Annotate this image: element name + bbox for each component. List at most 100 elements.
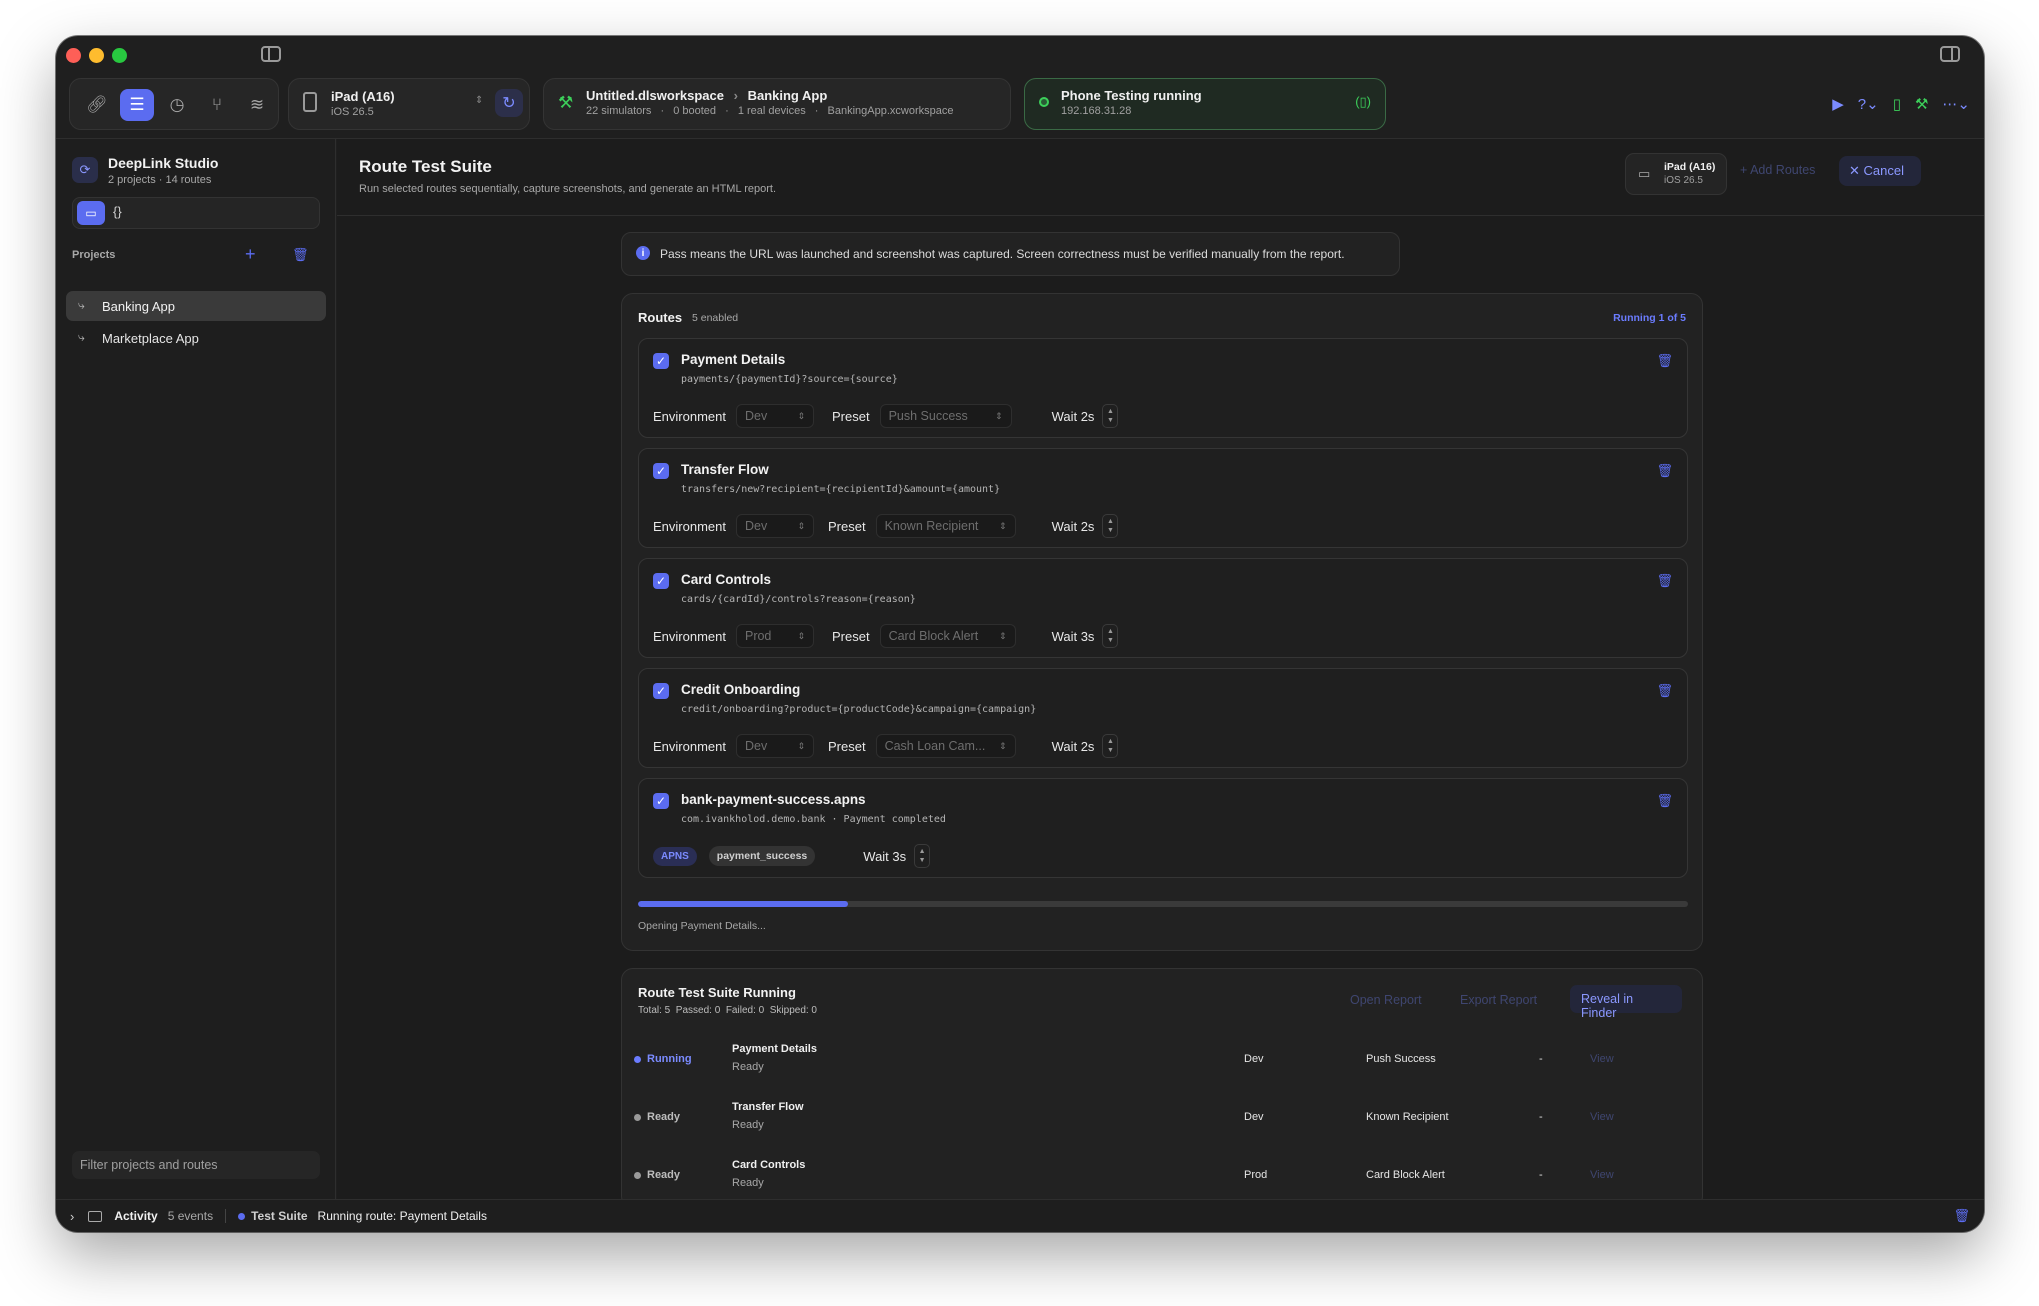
inspector-toggle-icon[interactable]	[1940, 46, 1960, 62]
filter-input[interactable]: Filter projects and routes	[72, 1151, 320, 1179]
filter-placeholder: Filter projects and routes	[80, 1158, 218, 1172]
wait-stepper[interactable]: ▲ ▼	[1102, 514, 1119, 538]
route-title: Payment Details	[681, 352, 786, 367]
wait-stepper[interactable]: ▲ ▼	[1102, 734, 1119, 758]
layers-icon[interactable]: ≋	[240, 89, 274, 121]
folder-icon[interactable]: ▭	[77, 201, 105, 225]
app-summary: 2 projects · 14 routes	[108, 174, 212, 186]
zoom-window-button[interactable]	[112, 48, 127, 63]
wait-stepper[interactable]: ▲ ▼	[914, 844, 931, 868]
route-path: payments/{paymentId}?source={source}	[681, 374, 898, 385]
status-dot-icon	[1039, 97, 1049, 107]
checkbox-checked-icon[interactable]: ✓	[653, 353, 669, 369]
routes-list-icon[interactable]: ☰	[120, 89, 154, 121]
refresh-icon[interactable]: ↻	[495, 89, 523, 117]
result-env: Dev	[1244, 1111, 1264, 1123]
status-dot-icon	[634, 1171, 641, 1179]
preset-select[interactable]: Known Recipient ⇕	[875, 514, 1016, 538]
mode-toolbar: 🔗︎ ☰ ◷ ⑂ ≋	[69, 78, 279, 130]
cancel-label: Cancel	[1863, 163, 1904, 178]
trash-icon[interactable]: 🗑︎	[1656, 683, 1673, 699]
result-preset: Known Recipient	[1366, 1111, 1449, 1123]
wait-label: Wait 2s	[1051, 408, 1095, 424]
preset-select[interactable]: Cash Loan Cam... ⇕	[875, 734, 1016, 758]
checkbox-checked-icon[interactable]: ✓	[653, 463, 669, 479]
checkbox-checked-icon[interactable]: ✓	[653, 683, 669, 699]
preset-select[interactable]: Push Success ⇕	[879, 404, 1012, 428]
workspace-selector[interactable]: ⚒ Untitled.dlsworkspace › Banking App 22…	[543, 78, 1011, 130]
trash-icon[interactable]: 🗑︎	[1656, 573, 1673, 589]
status-bar: › Activity 5 events Test Suite Running r…	[56, 1199, 1984, 1232]
trash-icon[interactable]: 🗑︎	[1656, 793, 1673, 809]
result-preset: Card Block Alert	[1366, 1169, 1445, 1181]
route-title: Credit Onboarding	[681, 682, 801, 697]
gauge-icon[interactable]: ◷	[160, 89, 194, 121]
project-item-banking-app[interactable]: ⤷ Banking App	[66, 291, 326, 321]
minimize-window-button[interactable]	[89, 48, 104, 63]
project-item-marketplace-app[interactable]: ⤷ Marketplace App	[66, 323, 326, 353]
phone-testing-ip: 192.168.31.28	[1061, 105, 1132, 117]
build-icon[interactable]: ⚒	[1915, 95, 1928, 113]
progress-status-text: Opening Payment Details...	[638, 920, 766, 932]
trash-icon[interactable]: 🗑︎	[1656, 353, 1673, 369]
phone-testing-status[interactable]: Phone Testing running 192.168.31.28 (▯)	[1024, 78, 1386, 130]
preset-value: Known Recipient	[884, 519, 979, 533]
payload-tag: payment_success	[708, 846, 816, 866]
help-menu-icon[interactable]: ?⌄	[1858, 95, 1879, 113]
clear-activity-icon[interactable]: 🗑︎	[1953, 1208, 1970, 1224]
more-menu-icon[interactable]: ⋯⌄	[1942, 95, 1970, 113]
close-icon: ✕	[1849, 163, 1864, 178]
reveal-in-finder-button[interactable]: Reveal in Finder	[1570, 985, 1682, 1020]
open-report-button[interactable]: Open Report	[1350, 993, 1422, 1007]
branch-icon[interactable]: ⑂	[200, 89, 234, 121]
result-row[interactable]: Ready Card Controls Ready Prod Card Bloc…	[634, 1151, 1690, 1205]
close-window-button[interactable]	[66, 48, 81, 63]
play-icon[interactable]: ▶	[1832, 95, 1844, 113]
wait-control: Wait 2s ▲ ▼	[1052, 514, 1119, 538]
checkbox-checked-icon[interactable]: ✓	[653, 793, 669, 809]
phone-icon[interactable]: ▯	[1893, 95, 1901, 113]
status-divider	[225, 1209, 227, 1223]
result-row[interactable]: Running Payment Details Ready Dev Push S…	[634, 1035, 1690, 1089]
result-row[interactable]: Ready Transfer Flow Ready Dev Known Reci…	[634, 1093, 1690, 1147]
result-sub: Ready	[732, 1177, 764, 1189]
link-icon[interactable]: 🔗︎	[80, 89, 114, 121]
updown-icon: ⇕	[999, 740, 1007, 751]
add-project-icon[interactable]: +	[245, 244, 256, 265]
device-name: iPad (A16)	[331, 89, 395, 104]
view-button[interactable]: View	[1590, 1053, 1614, 1065]
preset-label: Preset	[831, 628, 870, 644]
phone-testing-title: Phone Testing running	[1061, 88, 1202, 103]
environment-select[interactable]: Dev ⇕	[735, 734, 814, 758]
view-button[interactable]: View	[1590, 1169, 1614, 1181]
preset-select[interactable]: Card Block Alert ⇕	[879, 624, 1016, 648]
wait-stepper[interactable]: ▲ ▼	[1102, 624, 1119, 648]
environment-label: Environment	[653, 628, 726, 644]
add-routes-button[interactable]: + Add Routes	[1740, 163, 1815, 177]
preset-value: Push Success	[888, 409, 968, 423]
wait-control: Wait 2s ▲ ▼	[1052, 404, 1119, 428]
wait-stepper[interactable]: ▲ ▼	[1102, 404, 1119, 428]
app-name: DeepLink Studio	[108, 155, 219, 171]
cancel-button[interactable]: ✕ Cancel	[1839, 156, 1921, 186]
header-device-badge[interactable]: ▭ iPad (A16) iOS 26.5	[1625, 153, 1727, 195]
trash-icon[interactable]: 🗑︎	[1656, 463, 1673, 479]
environment-select[interactable]: Prod ⇕	[735, 624, 814, 648]
device-selector[interactable]: iPad (A16) iOS 26.5 ⇕ ↻	[288, 78, 530, 130]
routes-title: Routes	[638, 310, 683, 325]
checkbox-checked-icon[interactable]: ✓	[653, 573, 669, 589]
route-row: ✓ Credit Onboarding credit/onboarding?pr…	[638, 668, 1688, 768]
activity-label[interactable]: Activity	[114, 1209, 157, 1223]
json-mode-icon[interactable]: {}	[113, 204, 122, 219]
chevron-right-icon[interactable]: ›	[70, 1209, 74, 1224]
sidebar-toggle-icon[interactable]	[261, 46, 281, 62]
environment-select[interactable]: Dev ⇕	[735, 514, 814, 538]
view-button[interactable]: View	[1590, 1111, 1614, 1123]
delete-project-icon[interactable]: 🗑︎	[292, 247, 309, 263]
project-label: Marketplace App	[102, 331, 199, 346]
route-title: Transfer Flow	[681, 462, 769, 477]
status-dot-icon	[238, 1212, 246, 1220]
environment-select[interactable]: Dev ⇕	[735, 404, 814, 428]
export-report-button[interactable]: Export Report	[1460, 993, 1537, 1007]
monitor-icon: ▭	[1638, 166, 1651, 181]
